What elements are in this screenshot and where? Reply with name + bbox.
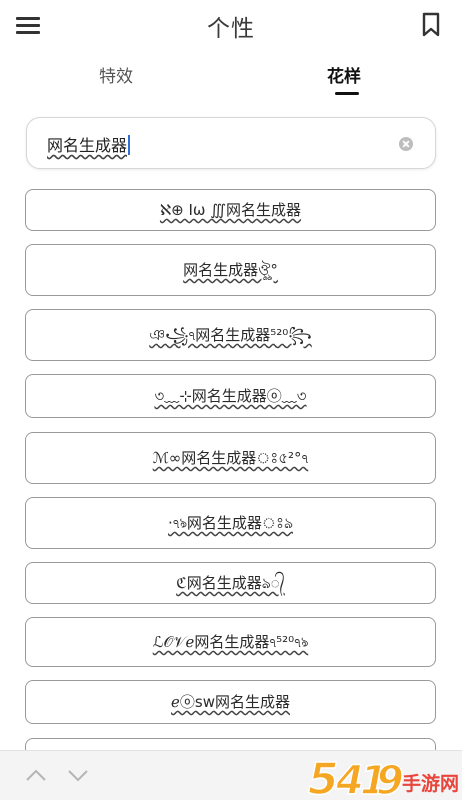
result-item-text: ৩﹏⊹网名生成器ⓞ﹏৩ bbox=[154, 387, 307, 405]
result-item[interactable]: ঞ꧁ঀ网名生成器⁵²⁰꧂ bbox=[25, 309, 436, 361]
page-title: 个性 bbox=[207, 16, 255, 42]
tab-bar: 特效 花样 bbox=[0, 58, 462, 102]
active-tab-indicator bbox=[335, 92, 359, 95]
result-item[interactable]: ℳ∞网名生成器ঃ৫²°ঀ bbox=[25, 432, 436, 484]
result-item-text: 网名生成器ঔৣ° bbox=[183, 261, 278, 279]
result-item[interactable]: ℯⓞsw网名生成器 bbox=[25, 680, 436, 724]
result-item-text: ℭ网名生成器ঌ᭄ bbox=[176, 574, 285, 592]
clear-icon[interactable] bbox=[399, 137, 413, 151]
chevron-down-icon[interactable] bbox=[66, 765, 90, 785]
result-item[interactable]: ℵ⊕ Ⅰω ∭网名生成器 bbox=[25, 189, 436, 231]
result-item[interactable]: ℒ𝒪𝒱ℯ网名生成器ঀ⁵²⁰ঀঌ bbox=[25, 617, 436, 667]
result-item-text: ঞ꧁ঀ网名生成器⁵²⁰꧂ bbox=[149, 326, 312, 344]
result-item-text: ℒ𝒪𝒱ℯ网名生成器ঀ⁵²⁰ঀঌ bbox=[152, 633, 309, 651]
result-item-text: ·ঀঌ网名生成器ঃঌ bbox=[168, 514, 293, 532]
svg-text:5: 5 bbox=[308, 754, 339, 800]
result-item-text: ℯⓞsw网名生成器 bbox=[171, 693, 290, 711]
chevron-up-icon[interactable] bbox=[24, 765, 48, 785]
result-item[interactable]: 网名生成器ঔৣ° bbox=[25, 244, 436, 296]
site-watermark-logo: 5 4 1 9 手游网 bbox=[306, 750, 462, 800]
svg-text:9: 9 bbox=[376, 758, 404, 800]
search-input-value: 网名生成器 bbox=[47, 136, 128, 155]
top-bar: 个性 bbox=[0, 0, 462, 52]
bookmark-icon[interactable] bbox=[420, 12, 442, 38]
result-item-text: ℳ∞网名生成器ঃ৫²°ঀ bbox=[152, 449, 309, 467]
svg-text:手游网: 手游网 bbox=[402, 772, 459, 795]
tab-pattern[interactable]: 花样 bbox=[327, 62, 361, 87]
result-item-text: ℵ⊕ Ⅰω ∭网名生成器 bbox=[159, 201, 302, 219]
result-item[interactable]: ℭ网名生成器ঌ᭄ bbox=[25, 562, 436, 604]
text-caret bbox=[128, 135, 131, 155]
search-box[interactable]: 网名生成器 bbox=[26, 117, 436, 169]
tab-effects[interactable]: 特效 bbox=[99, 62, 133, 87]
search-input[interactable]: 网名生成器 bbox=[47, 132, 131, 156]
result-item[interactable]: ৩﹏⊹网名生成器ⓞ﹏৩ bbox=[25, 374, 436, 418]
result-item[interactable]: ·ঀঌ网名生成器ঃঌ bbox=[25, 497, 436, 549]
app-screen: 个性 特效 花样 网名生成器 ℵ⊕ Ⅰω ∭网名生成器 网名生成器ঔৣ° ঞ꧁ঀ… bbox=[0, 0, 462, 800]
